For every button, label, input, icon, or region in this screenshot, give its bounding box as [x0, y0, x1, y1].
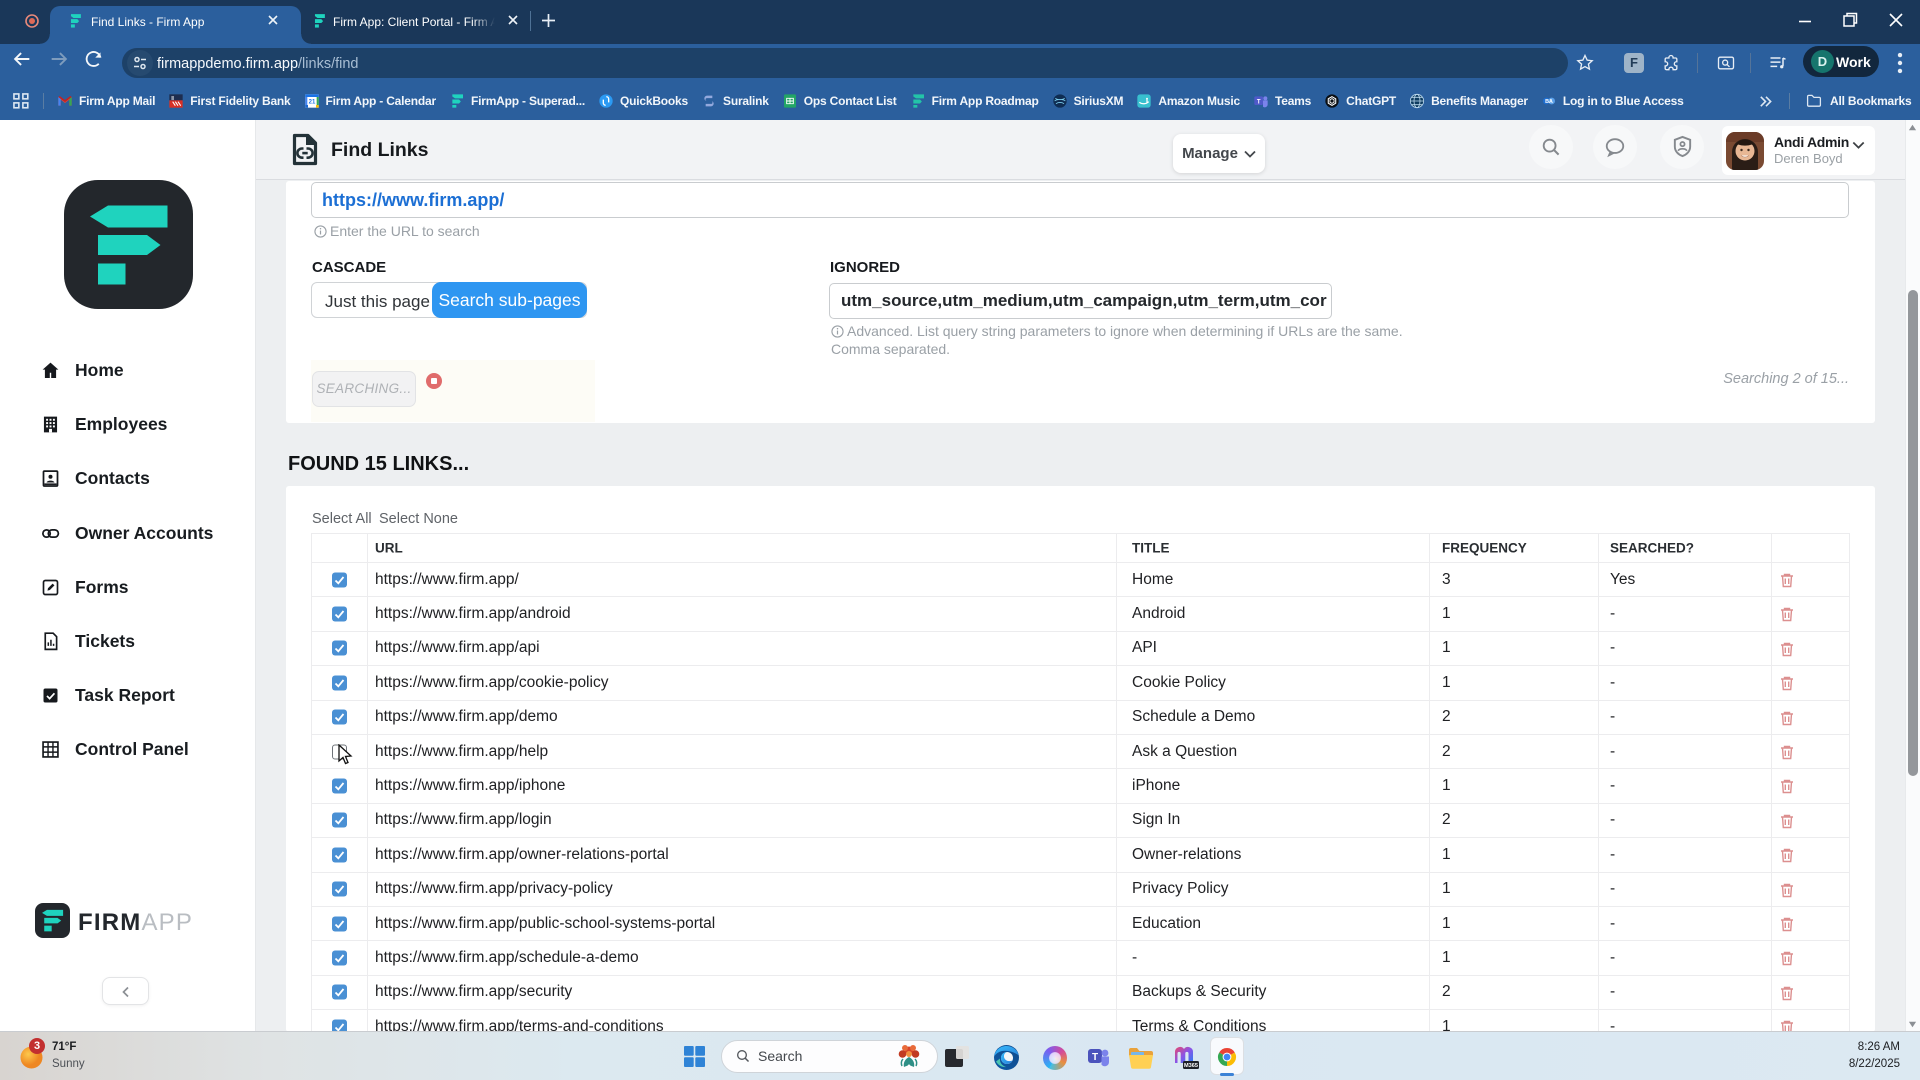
- svg-text:BA: BA: [1545, 99, 1553, 105]
- svg-text:T: T: [1092, 1052, 1098, 1063]
- svg-text:M365: M365: [1184, 1063, 1198, 1069]
- svg-text:21: 21: [308, 99, 315, 105]
- svg-text:T: T: [1257, 99, 1261, 105]
